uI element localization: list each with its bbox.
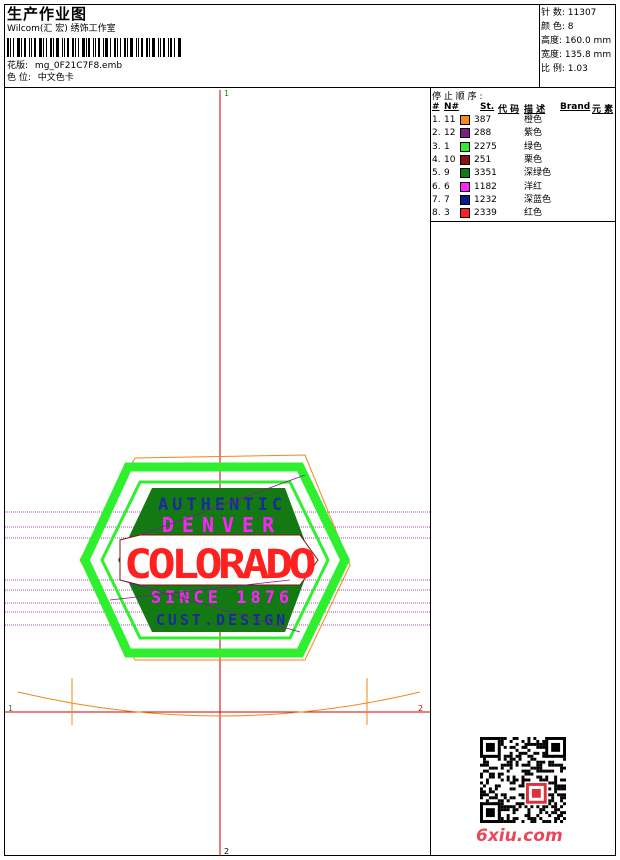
axis-label-right: 2 — [418, 704, 424, 713]
axis-label-bottom: 2 — [224, 847, 230, 856]
design-text-denver: DENVER — [162, 513, 282, 537]
design-text-colorado: COLORADO — [124, 542, 315, 588]
axis-label-left: 1 — [8, 704, 14, 713]
site-watermark: 6xiu.com — [476, 826, 563, 846]
qr-code — [480, 737, 566, 823]
axis-label-top: 1 — [224, 89, 230, 98]
design-text-cust: CUST.DESIGN — [156, 611, 288, 629]
design-text-since: SINCE 1876 — [151, 588, 293, 608]
design-canvas: AUTHENTIC DENVER COLORADO SINCE 1876 CUS… — [5, 90, 430, 856]
bottom-arc — [17, 678, 421, 725]
